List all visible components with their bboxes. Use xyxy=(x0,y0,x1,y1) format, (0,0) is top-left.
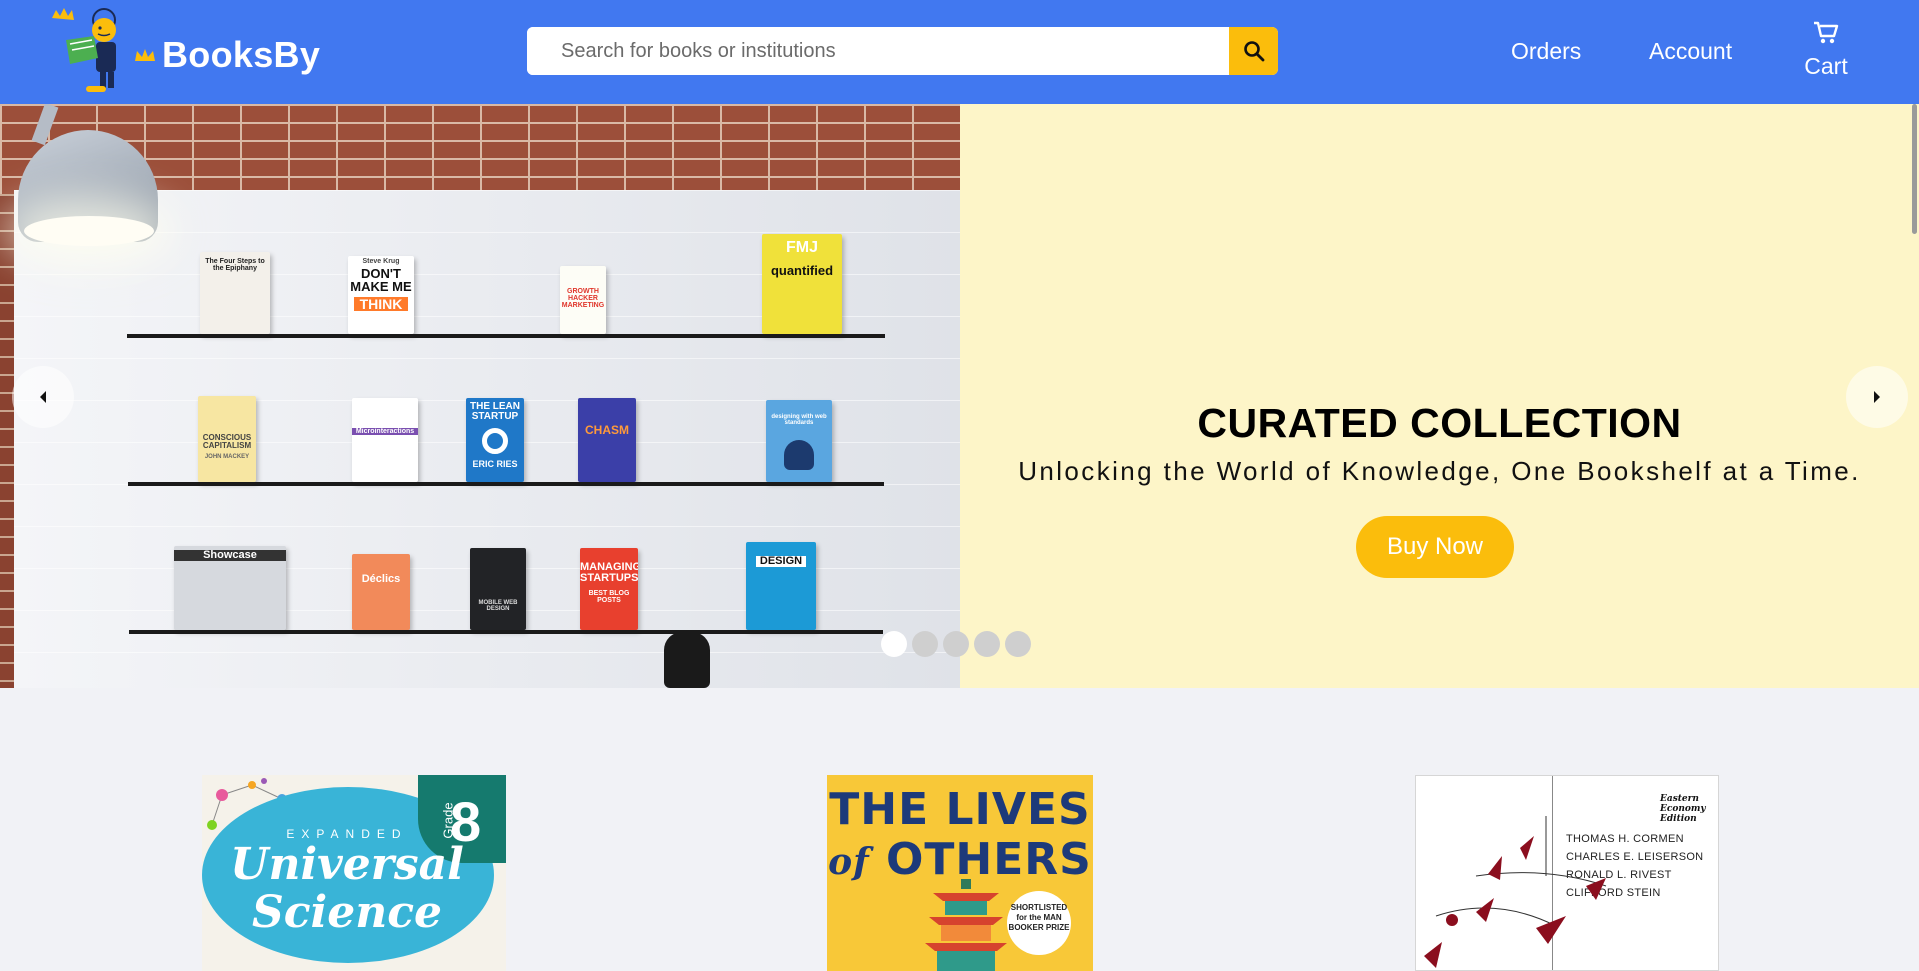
shelf-book: Déclics xyxy=(352,554,410,630)
hero-title: CURATED COLLECTION xyxy=(1197,400,1682,446)
carousel-next-button[interactable] xyxy=(1846,366,1908,428)
award-badge: SHORTLISTED for the MAN BOOKER PRIZE xyxy=(1007,891,1071,955)
shelf-book-title: Microinteractions xyxy=(352,428,418,435)
book-title-line: OTHERS xyxy=(885,834,1092,885)
shelf-book-title: Steve Krug xyxy=(362,258,400,265)
carousel-dot[interactable] xyxy=(943,631,969,657)
shelf-book: CHASM xyxy=(578,398,636,482)
book-card-introduction-to-algorithms[interactable]: Eastern Economy Edition THOMAS H. CORMEN… xyxy=(1415,775,1719,971)
shelf-book-title: BEST BLOG POSTS xyxy=(588,590,630,604)
shelf xyxy=(127,334,885,338)
shelf-book-title: Déclics xyxy=(361,573,401,585)
book-title: Universal Science xyxy=(212,841,482,937)
shelf-book-title: The Four Steps to the Epiphany xyxy=(205,258,265,272)
brand-logo[interactable]: BooksBy xyxy=(48,6,321,96)
nav-account-link[interactable]: Account xyxy=(1649,38,1732,65)
shelf-book-title: MOBILE WEB DESIGN xyxy=(478,600,518,612)
carousel-indicators xyxy=(881,631,1031,659)
book-title-line: Universal xyxy=(230,839,464,890)
page-scrollbar[interactable] xyxy=(1912,104,1917,234)
shelf-book-title: FMJ xyxy=(786,239,818,256)
cart-icon xyxy=(1814,21,1839,44)
cart-label: Cart xyxy=(1804,53,1848,79)
book-title-of: of xyxy=(828,841,870,883)
carousel-prev-button[interactable] xyxy=(12,366,74,428)
brand-name: BooksBy xyxy=(162,34,321,75)
brick-edge xyxy=(0,194,14,688)
shelf xyxy=(129,630,883,634)
search-input[interactable] xyxy=(527,27,1229,75)
shelf-book-title: quantified xyxy=(770,263,834,278)
shelf-book-title: GROWTH HACKER MARKETING xyxy=(561,288,605,309)
hero-subtitle: Unlocking the World of Knowledge, One Bo… xyxy=(1018,456,1861,486)
hero-bookshelf-image: The Four Steps to the Epiphany Steve Kru… xyxy=(0,104,960,688)
shelf-book: GROWTH HACKER MARKETING xyxy=(560,266,606,334)
search-icon xyxy=(1243,41,1264,62)
shelf-book: DESIGN xyxy=(746,542,816,630)
shelf-book: THE LEAN STARTUP ERIC RIES xyxy=(466,398,524,482)
shelf-book: Microinteractions xyxy=(352,398,418,482)
carousel-dot[interactable] xyxy=(881,631,907,657)
carousel-dot[interactable] xyxy=(974,631,1000,657)
shelf-book-title: THINK xyxy=(354,297,408,311)
caret-left-icon xyxy=(40,391,46,403)
top-nav-bar: BooksBy Orders Account Cart xyxy=(0,0,1919,104)
logo-mascot-icon xyxy=(52,8,116,92)
shelf-book: FMJ quantified xyxy=(762,234,842,334)
search-bar xyxy=(527,27,1278,75)
book-card-universal-science[interactable]: Grade 8 EXPANDED Universal Science xyxy=(202,775,506,971)
nav-orders-link[interactable]: Orders xyxy=(1511,38,1581,65)
hero-content: CURATED COLLECTION Unlocking the World o… xyxy=(960,104,1919,688)
book-title-line: THE LIVES xyxy=(829,784,1091,835)
shelf-book: The Four Steps to the Epiphany xyxy=(200,252,270,334)
shelf-book-title: THE LEAN STARTUP xyxy=(470,401,520,422)
crown-icon xyxy=(135,49,155,61)
shelf-book: Showcase xyxy=(174,546,286,630)
shelf-book: CONSCIOUS CAPITALISM JOHN MACKEY xyxy=(198,396,256,482)
hero-carousel: The Four Steps to the Epiphany Steve Kru… xyxy=(0,104,1919,688)
shelf-book-title: Showcase xyxy=(174,550,286,561)
lamp-light xyxy=(24,216,154,246)
cart-button[interactable]: Cart xyxy=(1796,20,1856,80)
mobile-sculpture-illustration xyxy=(1424,816,1607,968)
book-card-lives-of-others[interactable]: THE LIVES of OTHERS SHORTLISTED for the … xyxy=(827,775,1093,971)
caret-right-icon xyxy=(1874,391,1880,403)
shelf-book: MOBILE WEB DESIGN xyxy=(470,548,526,630)
carousel-dot[interactable] xyxy=(1005,631,1031,657)
shelf-book-title: MANAGING STARTUPS xyxy=(580,561,638,584)
shelf-book-title: DESIGN xyxy=(756,556,806,567)
carousel-dot[interactable] xyxy=(912,631,938,657)
shelf-book: Steve Krug DON'T MAKE ME THINK xyxy=(348,256,414,334)
shelf-book-title: ERIC RIES xyxy=(472,459,518,469)
shelf-book-title: JOHN MACKEY xyxy=(204,454,250,460)
book-title: THE LIVES of OTHERS xyxy=(827,785,1093,887)
shelf xyxy=(128,482,884,486)
shelf-book-title: CHASM xyxy=(585,423,629,437)
shelf-book-title: DON'T MAKE ME xyxy=(350,266,412,294)
shelf-book: designing with web standards xyxy=(766,400,832,482)
shelf-book-title: CONSCIOUS CAPITALISM xyxy=(202,433,252,450)
shelf-book: MANAGING STARTUPS BEST BLOG POSTS xyxy=(580,548,638,630)
shelf-book-title: designing with web standards xyxy=(771,414,827,426)
book-title-line: Science xyxy=(251,887,443,938)
thumbs-up-figure xyxy=(664,632,710,688)
book-edition: Eastern Economy Edition xyxy=(1660,794,1706,824)
pagoda-illustration xyxy=(925,879,1007,971)
buy-now-button[interactable]: Buy Now xyxy=(1356,516,1514,578)
search-button[interactable] xyxy=(1229,27,1278,75)
